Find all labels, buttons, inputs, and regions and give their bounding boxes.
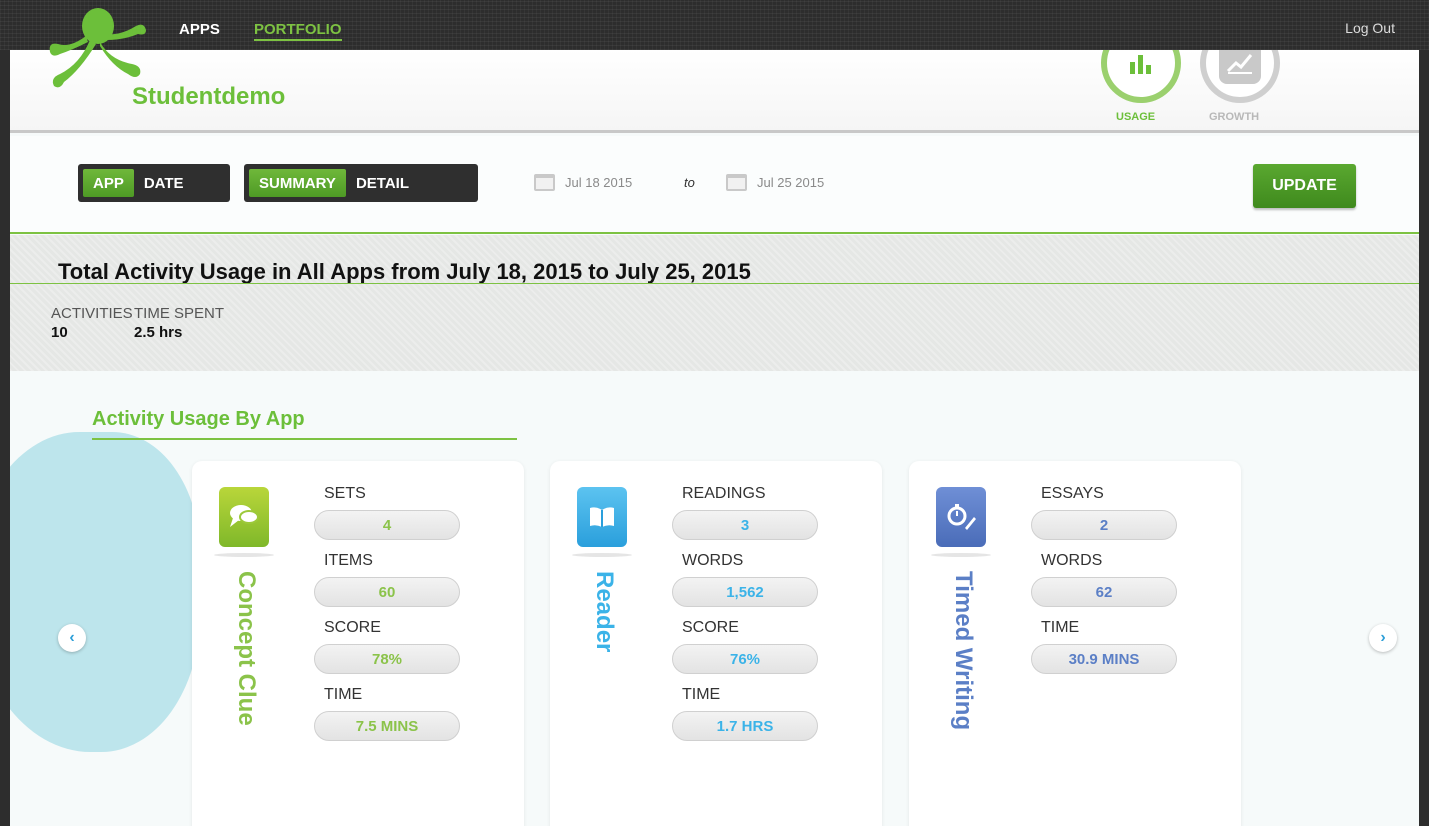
divider [10, 283, 1419, 284]
summary-panel: Total Activity Usage in All Apps from Ju… [10, 235, 1419, 371]
right-border [1419, 50, 1429, 826]
metric-label: ESSAYS [1041, 485, 1104, 502]
stat-value: 2.5 hrs [134, 324, 183, 341]
previous-arrow-button[interactable]: ‹ [58, 624, 86, 652]
book-icon [577, 487, 627, 547]
metric-label: SCORE [682, 619, 739, 636]
main-content: Studentdemo USAGE GROWTH APP DATE SUMMAR… [10, 50, 1419, 826]
metric-value: 62 [1031, 577, 1177, 607]
speech-bubbles-icon [219, 487, 269, 547]
group-by-app-button[interactable]: APP [83, 169, 134, 197]
view-mode-toggle: SUMMARY DETAIL [244, 164, 478, 202]
octopus-logo [40, 4, 150, 119]
tab-growth[interactable] [1200, 50, 1280, 103]
metric-label: WORDS [682, 552, 744, 569]
metric-label: TIME [682, 686, 721, 703]
metric-value: 3 [672, 510, 818, 540]
app-card-concept-clue: Concept Clue SETS 4 ITEMS 60 SCORE 78% T… [192, 461, 524, 826]
filter-toolbar: APP DATE SUMMARY DETAIL Jul 18 2015 to J… [10, 136, 1419, 234]
time-spent-stat: TIME SPENT 2.5 hrs [134, 305, 224, 341]
update-button[interactable]: UPDATE [1253, 164, 1356, 208]
stat-value: 10 [51, 324, 68, 341]
cloud-decoration [10, 432, 200, 752]
header: Studentdemo USAGE GROWTH [10, 50, 1419, 133]
app-card-reader: Reader READINGS 3 WORDS 1,562 SCORE 76% … [550, 461, 882, 826]
summary-button[interactable]: SUMMARY [249, 169, 346, 197]
nav-apps[interactable]: APPS [179, 21, 220, 38]
usage-tab-label: USAGE [1116, 111, 1156, 123]
app-name: Reader [591, 571, 618, 653]
metric-value: 1.7 HRS [672, 711, 818, 741]
stat-label: ACTIVITIES [51, 305, 133, 322]
section-title: Activity Usage By App [92, 408, 305, 430]
left-border [0, 50, 10, 826]
username: Studentdemo [132, 83, 286, 110]
metric-label: READINGS [682, 485, 766, 502]
next-arrow-button[interactable]: › [1369, 624, 1397, 652]
metric-value: 4 [314, 510, 460, 540]
to-label: to [684, 175, 695, 190]
nav-portfolio[interactable]: PORTFOLIO [254, 21, 342, 41]
metric-value: 7.5 MINS [314, 711, 460, 741]
chevron-right-icon: › [1380, 629, 1386, 646]
stat-label: TIME SPENT [134, 305, 225, 322]
logout-link[interactable]: Log Out [1345, 20, 1395, 36]
detail-button[interactable]: DETAIL [346, 169, 419, 197]
metric-value: 76% [672, 644, 818, 674]
chevron-left-icon: ‹ [69, 629, 75, 646]
metric-value: 1,562 [672, 577, 818, 607]
from-date-value: Jul 18 2015 [565, 175, 633, 190]
from-date-field[interactable]: Jul 18 2015 [534, 174, 632, 191]
metric-value: 60 [314, 577, 460, 607]
to-date-value: Jul 25 2015 [757, 175, 825, 190]
metric-label: SCORE [324, 619, 381, 636]
metric-value: 78% [314, 644, 460, 674]
app-name: Concept Clue [233, 571, 260, 726]
to-date-field[interactable]: Jul 25 2015 [726, 174, 824, 191]
metric-value: 30.9 MINS [1031, 644, 1177, 674]
tab-usage[interactable] [1101, 50, 1181, 103]
summary-title: Total Activity Usage in All Apps from Ju… [58, 259, 751, 284]
app-name: Timed Writing [950, 571, 977, 731]
icon-shadow [572, 553, 632, 557]
metric-label: TIME [324, 686, 363, 703]
section-underline [92, 438, 517, 440]
metric-label: SETS [324, 485, 366, 502]
group-by-date-button[interactable]: DATE [134, 169, 194, 197]
icon-shadow [931, 553, 991, 557]
metric-label: WORDS [1041, 552, 1103, 569]
app-card-timed-writing: Timed Writing ESSAYS 2 WORDS 62 TIME 30.… [909, 461, 1241, 826]
growth-tab-label: GROWTH [1209, 111, 1260, 123]
icon-shadow [214, 553, 274, 557]
line-chart-icon [1219, 50, 1261, 84]
calendar-icon [726, 174, 747, 191]
activities-stat: ACTIVITIES 10 [51, 305, 133, 341]
bar-chart-icon [1120, 50, 1162, 84]
metric-value: 2 [1031, 510, 1177, 540]
calendar-icon [534, 174, 555, 191]
metric-label: TIME [1041, 619, 1080, 636]
metric-label: ITEMS [324, 552, 373, 569]
stopwatch-pencil-icon [936, 487, 986, 547]
group-by-toggle: APP DATE [78, 164, 230, 202]
